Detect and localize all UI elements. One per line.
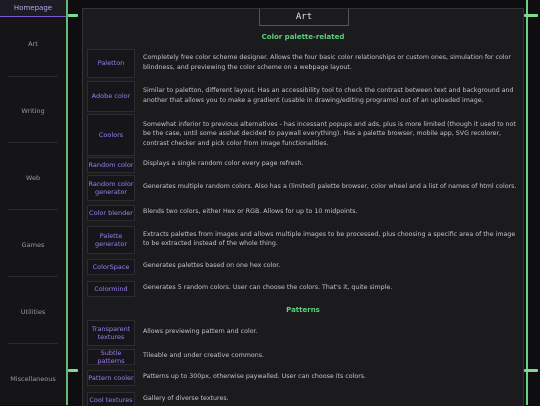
sidebar-item-miscellaneous[interactable]: Miscellaneous [8, 375, 58, 383]
tool-link[interactable]: Pattern cooler [87, 370, 135, 386]
tool-link[interactable]: Random color generator [87, 175, 135, 201]
sidebar-divider [8, 276, 58, 277]
section-title-palette: Color palette-related [261, 33, 345, 41]
tool-description: Completely free color scheme designer. A… [143, 54, 511, 71]
tool-description: Generates palettes based on one hex colo… [143, 262, 281, 270]
table-row: Colormind Generates 5 random colors. Use… [87, 281, 519, 297]
sidebar-divider [8, 142, 58, 143]
tool-link[interactable]: Colormind [87, 281, 135, 297]
table-row: Subtle patterns Tileable and under creat… [87, 349, 519, 365]
right-accent-bar [524, 369, 538, 372]
tool-description: Similar to paletton, different layout. H… [143, 87, 514, 104]
tool-description: Blends two colors, either Hex or RGB. Al… [143, 208, 358, 216]
sidebar-item-art[interactable]: Art [8, 40, 58, 48]
tool-link[interactable]: Adobe color [87, 81, 135, 112]
tool-description: Generates 5 random colors. User can choo… [143, 284, 393, 292]
tool-description: Extracts palettes from images and allows… [143, 230, 516, 247]
table-row: Coolors Somewhat inferior to previous al… [87, 114, 519, 156]
tool-description: Generates multiple random colors. Also h… [143, 183, 517, 191]
right-accent-bar [524, 14, 538, 17]
tool-link[interactable]: Palette generator [87, 226, 135, 254]
right-margin [528, 0, 540, 405]
tool-link[interactable]: Transparent textures [87, 320, 135, 346]
tool-link[interactable]: Random color [87, 157, 135, 173]
section-title-patterns: Patterns [286, 306, 320, 314]
tool-description: Allows previewing pattern and color. [143, 328, 258, 336]
tool-description: Displays a single random color every pag… [143, 160, 304, 168]
sidebar-item-utilities[interactable]: Utilities [8, 308, 58, 316]
table-row: Random color Displays a single random co… [87, 157, 519, 173]
tool-link[interactable]: Subtle patterns [87, 349, 135, 365]
table-row: Pattern cooler Patterns up to 300px, oth… [87, 370, 519, 386]
tool-description: Gallery of diverse textures. [143, 395, 229, 403]
table-row: Color blender Blends two colors, either … [87, 205, 519, 221]
tool-description: Tileable and under creative commons. [143, 352, 264, 360]
sidebar-home-link[interactable]: Homepage [0, 0, 66, 17]
sidebar-divider [8, 76, 58, 77]
tool-link[interactable]: Paletton [87, 49, 135, 78]
tool-description: Somewhat inferior to previous alternativ… [143, 120, 516, 147]
table-row: Palette generator Extracts palettes from… [87, 226, 519, 254]
tool-link[interactable]: Coolors [87, 114, 135, 156]
left-accent-rail [66, 0, 68, 405]
sidebar-item-games[interactable]: Games [8, 241, 58, 249]
tool-link[interactable]: Color blender [87, 205, 135, 221]
left-accent-bar [68, 369, 78, 372]
table-row: Transparent textures Allows previewing p… [87, 320, 519, 346]
table-row: Paletton Completely free color scheme de… [87, 49, 519, 78]
sidebar-item-writing[interactable]: Writing [8, 107, 58, 115]
sidebar-item-web[interactable]: Web [8, 174, 58, 182]
right-accent-rail-overlay [526, 0, 528, 405]
tool-link[interactable]: ColorSpace [87, 259, 135, 275]
table-row: ColorSpace Generates palettes based on o… [87, 259, 519, 275]
sidebar-divider [8, 209, 58, 210]
table-row: Adobe color Similar to paletton, differe… [87, 81, 519, 112]
table-row: Cool textures Gallery of diverse texture… [87, 392, 519, 406]
tool-description: Patterns up to 300px, otherwise paywalle… [143, 373, 367, 381]
table-row: Random color generator Generates multipl… [87, 175, 519, 201]
sidebar-divider [8, 343, 58, 344]
content-panel: Art Color palette-related Paletton Compl… [82, 8, 524, 406]
left-accent-bar [68, 14, 78, 17]
tool-link[interactable]: Cool textures [87, 392, 135, 406]
page-title: Art [259, 9, 349, 26]
sidebar: Homepage Art Writing Web Games Utilities… [0, 0, 67, 405]
